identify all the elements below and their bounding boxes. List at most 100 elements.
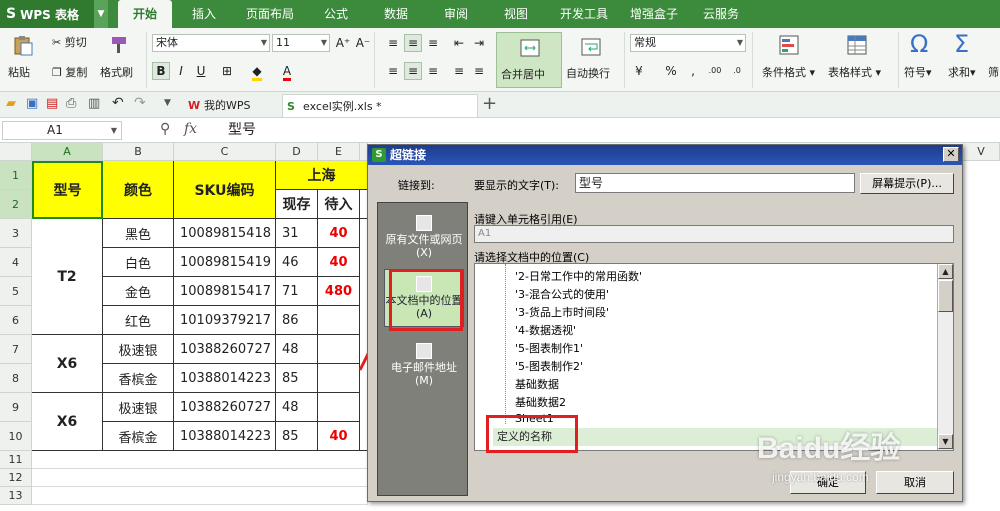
tab-view[interactable]: 视图 <box>492 0 540 28</box>
tab-developer[interactable]: 开发工具 <box>552 0 616 28</box>
col-header-e[interactable]: E <box>318 143 360 161</box>
fill-color-icon[interactable]: ◆ <box>248 62 266 81</box>
row-header[interactable]: 8 <box>0 364 32 393</box>
cell-ref-input[interactable]: A1 <box>474 225 954 243</box>
tree-item-sheet[interactable]: '3-混合公式的使用' <box>515 286 609 302</box>
cell-stock-header[interactable]: 现存 <box>276 190 318 219</box>
paste-button[interactable]: 粘贴 <box>8 64 30 80</box>
cell-stock[interactable]: 46 <box>276 248 318 277</box>
row-header[interactable]: 13 <box>0 487 32 505</box>
save-icon[interactable]: ▣ <box>26 96 38 111</box>
borders-icon[interactable]: ⊞ <box>218 62 236 80</box>
cell-color[interactable]: 白色 <box>103 248 174 277</box>
fx-icon[interactable]: fx <box>184 121 197 137</box>
font-size-select[interactable]: 11 ▼ <box>272 34 330 52</box>
tree-item-sheet[interactable]: '5-图表制作1' <box>515 340 583 356</box>
cell[interactable] <box>32 487 368 505</box>
col-header-a[interactable]: A <box>32 143 103 161</box>
format-painter-button[interactable]: 格式刷 <box>100 64 133 80</box>
cell-sku[interactable]: 10089815418 <box>174 219 276 248</box>
align-top-icon[interactable]: ≡ <box>384 34 402 52</box>
scroll-up-icon[interactable]: ▲ <box>938 264 953 279</box>
indent-decrease-icon[interactable]: ⇤ <box>450 34 468 52</box>
tree-item-sheet[interactable]: 基础数据2 <box>515 394 566 410</box>
decrease-decimal-icon[interactable]: .0 <box>728 62 746 80</box>
bold-button[interactable]: B <box>152 62 170 80</box>
scroll-thumb[interactable] <box>938 280 953 312</box>
symbol-button[interactable]: 符号▾ <box>904 64 932 80</box>
row-header[interactable]: 4 <box>0 248 32 277</box>
currency-icon[interactable]: ¥ <box>630 62 648 80</box>
cell-sku[interactable]: 10388260727 <box>174 393 276 422</box>
cell[interactable] <box>32 469 368 487</box>
cut-button[interactable]: ✂ 剪切 <box>52 34 87 50</box>
cell[interactable] <box>32 451 368 469</box>
copy-button[interactable]: ❐ 复制 <box>52 64 87 80</box>
row-header[interactable]: 2 <box>0 190 32 219</box>
cell-stock[interactable]: 85 <box>276 422 318 451</box>
redo-icon[interactable]: ↷ <box>134 95 146 111</box>
font-name-select[interactable]: 宋体 ▼ <box>152 34 270 52</box>
cell-color[interactable]: 极速银 <box>103 393 174 422</box>
row-header[interactable]: 11 <box>0 451 32 469</box>
tree-item-sheet[interactable]: '4-数据透视' <box>515 322 576 338</box>
cell-stock[interactable]: 85 <box>276 364 318 393</box>
row-header[interactable]: 12 <box>0 469 32 487</box>
thousands-icon[interactable]: , <box>684 62 702 80</box>
tab-cloud[interactable]: 云服务 <box>694 0 748 28</box>
cell-stock[interactable]: 48 <box>276 393 318 422</box>
align-center-icon[interactable]: ≡ <box>404 62 422 80</box>
tab-home[interactable]: 开始 <box>118 0 172 28</box>
row-header[interactable]: 3 <box>0 219 32 248</box>
tab-review[interactable]: 审阅 <box>432 0 480 28</box>
table-style-button[interactable]: 表格样式 ▾ <box>828 64 881 80</box>
cell-color[interactable]: 极速银 <box>103 335 174 364</box>
row-header[interactable]: 6 <box>0 306 32 335</box>
row-header[interactable]: 9 <box>0 393 32 422</box>
filter-button[interactable]: 筛 <box>988 64 999 80</box>
tab-data[interactable]: 数据 <box>372 0 420 28</box>
cell-sku[interactable]: 10109379217 <box>174 306 276 335</box>
cell-sku-header[interactable]: SKU编码 <box>174 161 276 219</box>
cell-sku[interactable]: 10089815419 <box>174 248 276 277</box>
chevron-down-icon[interactable]: ▼ <box>94 0 108 28</box>
cell-color[interactable]: 红色 <box>103 306 174 335</box>
dialog-titlebar[interactable]: S 超链接 ✕ <box>368 145 962 165</box>
cell-color-header[interactable]: 颜色 <box>103 161 174 219</box>
tree-scrollbar[interactable]: ▲ ▼ <box>937 264 953 450</box>
tab-insert[interactable]: 插入 <box>180 0 228 28</box>
tree-item-sheet[interactable]: '3-货品上市时间段' <box>515 304 609 320</box>
tab-page-layout[interactable]: 页面布局 <box>238 0 302 28</box>
cell-sku[interactable]: 10388014223 <box>174 422 276 451</box>
col-header-d[interactable]: D <box>276 143 318 161</box>
align-middle-icon[interactable]: ≡ <box>404 34 422 52</box>
conditional-format-button[interactable]: 条件格式 ▾ <box>762 64 815 80</box>
number-format-select[interactable]: 常规 ▼ <box>630 34 746 52</box>
align-bottom-icon[interactable]: ≡ <box>424 34 442 52</box>
cell-color[interactable]: 香槟金 <box>103 422 174 451</box>
display-text-input[interactable]: 型号 <box>575 173 855 193</box>
increase-decimal-icon[interactable]: .00 <box>706 62 724 80</box>
name-box[interactable]: A1 ▼ <box>2 121 122 140</box>
font-color-icon[interactable]: A <box>278 62 296 81</box>
cell-sku[interactable]: 10388014223 <box>174 364 276 393</box>
cell-sku[interactable]: 10388260727 <box>174 335 276 364</box>
indent-increase-icon[interactable]: ⇥ <box>470 34 488 52</box>
distributed-icon[interactable]: ≡ <box>470 62 488 80</box>
col-header-c[interactable]: C <box>174 143 276 161</box>
open-folder-icon[interactable]: ▰ <box>6 96 16 111</box>
cell-color[interactable]: 金色 <box>103 277 174 306</box>
col-header-v[interactable]: V <box>963 143 1000 161</box>
tab-enhance-box[interactable]: 增强盒子 <box>622 0 686 28</box>
print-preview-icon[interactable]: ▥ <box>88 96 100 111</box>
formula-input[interactable]: 型号 <box>222 120 998 141</box>
cell-city-header[interactable]: 上海 <box>276 161 368 190</box>
cell-model-header[interactable]: 型号 <box>32 161 103 219</box>
cell-color[interactable]: 黑色 <box>103 219 174 248</box>
print-icon[interactable]: ⎙ <box>66 96 76 111</box>
tab-formulas[interactable]: 公式 <box>312 0 360 28</box>
underline-button[interactable]: U <box>192 62 210 80</box>
cell-model[interactable]: X6 <box>32 335 103 393</box>
export-pdf-icon[interactable]: ▤ <box>46 96 58 111</box>
row-header[interactable]: 1 <box>0 161 32 190</box>
